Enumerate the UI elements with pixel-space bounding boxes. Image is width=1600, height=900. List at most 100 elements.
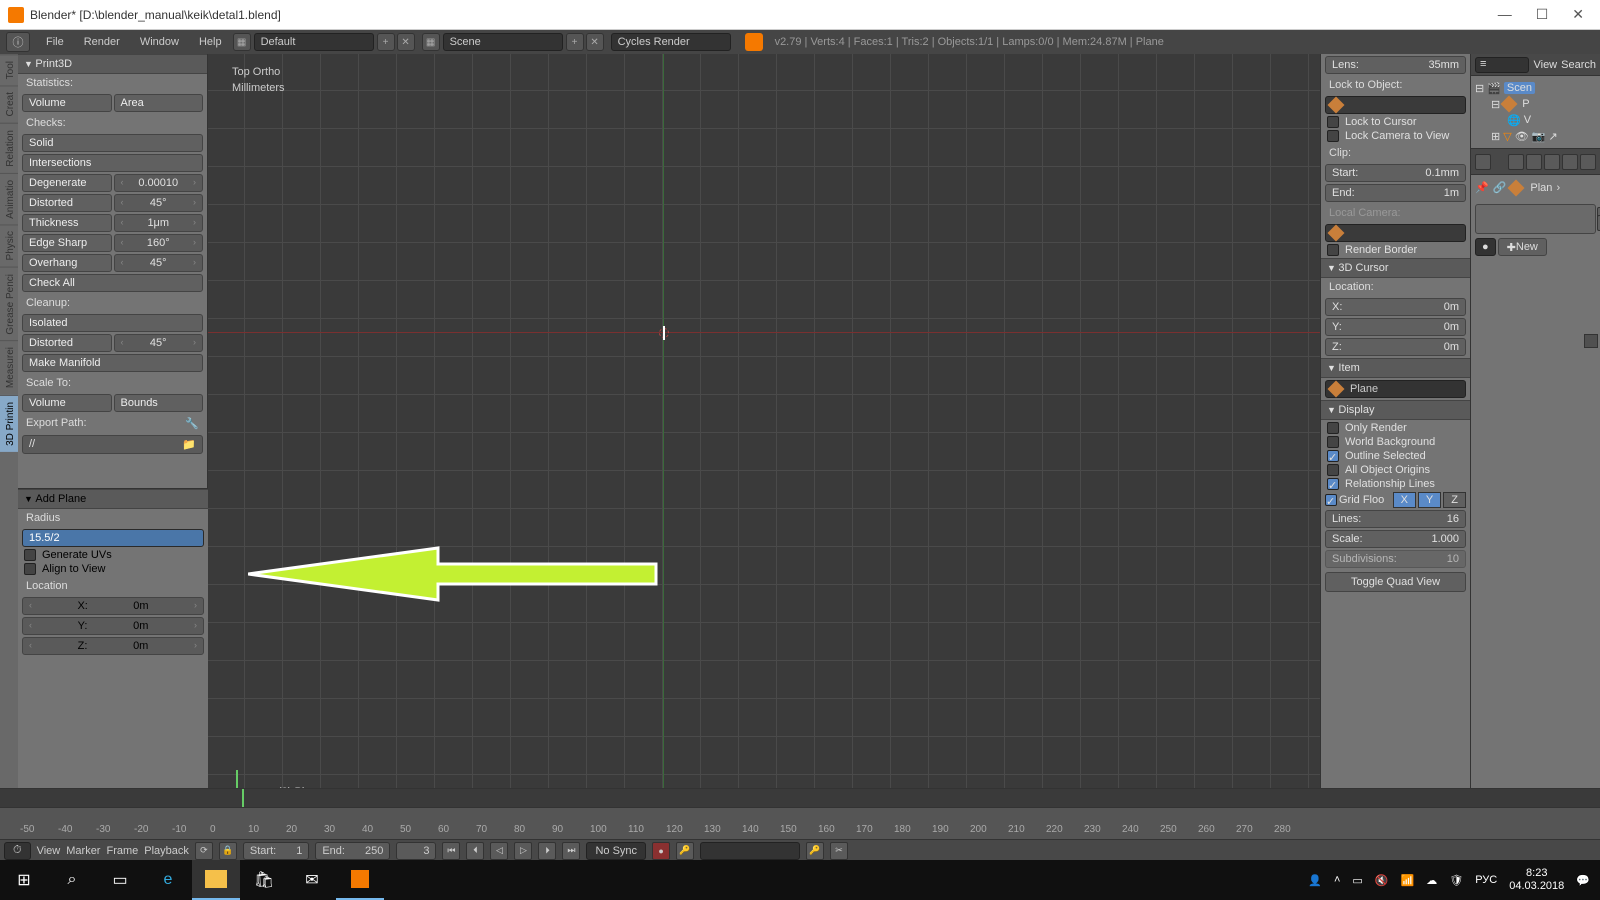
keying-set-icon[interactable]: 🔑: [676, 842, 694, 860]
grid-subdiv-field[interactable]: Subdivisions:10: [1325, 550, 1466, 568]
prop-tab-2[interactable]: [1526, 154, 1542, 170]
grid-lines-field[interactable]: Lines:16: [1325, 510, 1466, 528]
scene-browse-icon[interactable]: ▦: [422, 33, 440, 51]
thickness-button[interactable]: Thickness: [22, 214, 112, 232]
store-icon[interactable]: 🛍: [240, 860, 288, 900]
local-camera-field[interactable]: [1325, 224, 1466, 242]
search-icon[interactable]: ⌕: [48, 860, 96, 900]
tab-3d-printing[interactable]: 3D Printin: [0, 395, 18, 452]
volume-icon[interactable]: 🔇: [1375, 874, 1389, 887]
outliner-search[interactable]: Search: [1561, 59, 1596, 71]
blender-taskbar-icon[interactable]: [336, 860, 384, 900]
export-path-field[interactable]: //📁: [22, 435, 203, 454]
people-icon[interactable]: 👤: [1308, 874, 1322, 887]
align-to-view-checkbox[interactable]: Align to View: [24, 563, 202, 575]
distorted-value[interactable]: 45°: [150, 197, 167, 209]
edge-icon[interactable]: e: [144, 860, 192, 900]
defender-icon[interactable]: 🛡: [1449, 874, 1463, 887]
network-icon[interactable]: ▭: [1352, 874, 1362, 887]
degenerate-value[interactable]: 0.00010: [138, 177, 178, 189]
outliner-view[interactable]: View: [1533, 59, 1557, 71]
start-button[interactable]: ⊞: [0, 860, 48, 900]
prop-tab-5[interactable]: [1580, 154, 1596, 170]
operator-header[interactable]: Add Plane: [18, 489, 208, 509]
scene-add-icon[interactable]: +: [566, 33, 584, 51]
axis-y-toggle[interactable]: Y: [1418, 492, 1441, 508]
thickness-value[interactable]: 1μm: [147, 217, 169, 229]
current-frame-indicator[interactable]: [242, 789, 244, 807]
layout-browse-icon[interactable]: ▦: [233, 33, 251, 51]
sync-mode-dropdown[interactable]: No Sync: [586, 842, 646, 860]
grid-floor-checkbox[interactable]: ✓: [1325, 494, 1337, 506]
render-engine-dropdown[interactable]: Cycles Render: [611, 33, 731, 51]
make-manifold-button[interactable]: Make Manifold: [22, 354, 203, 372]
clip-start-field[interactable]: Start:0.1mm: [1325, 164, 1466, 182]
menu-render[interactable]: Render: [74, 36, 130, 48]
lock-object-field[interactable]: [1325, 96, 1466, 114]
layout-delete-icon[interactable]: ✕: [397, 33, 415, 51]
editor-type-icon[interactable]: ⓘ: [6, 32, 30, 52]
intersections-button[interactable]: Intersections: [22, 154, 203, 172]
language-indicator[interactable]: РУС: [1475, 874, 1497, 886]
lock-camera-checkbox[interactable]: Lock Camera to View: [1327, 130, 1464, 142]
tl-menu-marker[interactable]: Marker: [66, 845, 100, 857]
new-material-button[interactable]: ✚ New: [1498, 238, 1547, 256]
location-y[interactable]: ‹Y:0m›: [22, 617, 204, 635]
check-all-button[interactable]: Check All: [22, 274, 203, 292]
location-z[interactable]: ‹Z:0m›: [22, 637, 204, 655]
timeline-ruler[interactable]: -50-40-30-20-100102030405060708090100110…: [0, 807, 1600, 839]
material-browse-icon[interactable]: ●: [1475, 238, 1496, 256]
plane-row[interactable]: P: [1522, 98, 1529, 110]
jump-end-icon[interactable]: ⏭: [562, 842, 580, 860]
close-button[interactable]: ✕: [1572, 6, 1584, 23]
distorted-button[interactable]: Distorted: [22, 194, 112, 212]
render-border-checkbox[interactable]: Render Border: [1327, 244, 1464, 256]
grid-scale-field[interactable]: Scale:1.000: [1325, 530, 1466, 548]
tab-relation[interactable]: Relation: [0, 123, 18, 173]
volume-button[interactable]: Volume: [22, 94, 112, 112]
radius-input[interactable]: 15.5/2: [22, 529, 204, 547]
delete-key-icon[interactable]: ✂: [830, 842, 848, 860]
relationship-lines-checkbox[interactable]: ✓Relationship Lines: [1327, 478, 1464, 490]
current-frame-field[interactable]: 3: [396, 842, 436, 860]
outline-selected-checkbox[interactable]: ✓Outline Selected: [1327, 450, 1464, 462]
axis-z-toggle[interactable]: Z: [1443, 492, 1466, 508]
minimize-button[interactable]: —: [1498, 6, 1512, 23]
display-panel-header[interactable]: Display: [1321, 400, 1470, 420]
link-icon[interactable]: 🔗: [1493, 181, 1507, 194]
menu-help[interactable]: Help: [189, 36, 232, 48]
scene-row[interactable]: Scen: [1504, 82, 1535, 94]
prop-tab-3[interactable]: [1544, 154, 1560, 170]
lock-cursor-checkbox[interactable]: Lock to Cursor: [1327, 116, 1464, 128]
overhang-button[interactable]: Overhang: [22, 254, 112, 272]
scale-bounds-button[interactable]: Bounds: [114, 394, 204, 412]
pin-icon[interactable]: 📌: [1475, 181, 1489, 194]
prop-tab-1[interactable]: [1508, 154, 1524, 170]
overhang-value[interactable]: 45°: [150, 257, 167, 269]
axis-x-toggle[interactable]: X: [1393, 492, 1416, 508]
material-slot-list[interactable]: + −: [1475, 204, 1596, 234]
clip-end-field[interactable]: End:1m: [1325, 184, 1466, 202]
cursor-panel-header[interactable]: 3D Cursor: [1321, 258, 1470, 278]
outliner-type-icon[interactable]: ≡: [1475, 57, 1529, 73]
maximize-button[interactable]: ☐: [1536, 6, 1549, 23]
end-frame-field[interactable]: End:250: [315, 842, 390, 860]
tab-create[interactable]: Creat: [0, 85, 18, 122]
only-render-checkbox[interactable]: Only Render: [1327, 422, 1464, 434]
item-name-field[interactable]: Plane: [1325, 380, 1466, 398]
all-origins-checkbox[interactable]: All Object Origins: [1327, 464, 1464, 476]
generate-uvs-checkbox[interactable]: Generate UVs: [24, 549, 202, 561]
world-bg-checkbox[interactable]: World Background: [1327, 436, 1464, 448]
tab-tool[interactable]: Tool: [0, 54, 18, 85]
layout-add-icon[interactable]: +: [377, 33, 395, 51]
scene-delete-icon[interactable]: ✕: [586, 33, 604, 51]
outliner-tree[interactable]: ⊟🎬Scen ⊟P 🌐V ⊞▽👁 📷 ↗: [1471, 76, 1600, 148]
menu-window[interactable]: Window: [130, 36, 189, 48]
scene-dropdown[interactable]: Scene: [443, 33, 563, 51]
timeline-editor-icon[interactable]: ⏱: [4, 842, 31, 860]
auto-keyframe-icon[interactable]: ●: [652, 842, 670, 860]
cursor-x[interactable]: X:0m: [1325, 298, 1466, 316]
range-icon[interactable]: ⟳: [195, 842, 213, 860]
3d-viewport[interactable]: Top OrthoMillimeters (3) Plane ◧ View Se…: [208, 54, 1320, 860]
clock[interactable]: 8:2304.03.2018: [1509, 867, 1564, 893]
